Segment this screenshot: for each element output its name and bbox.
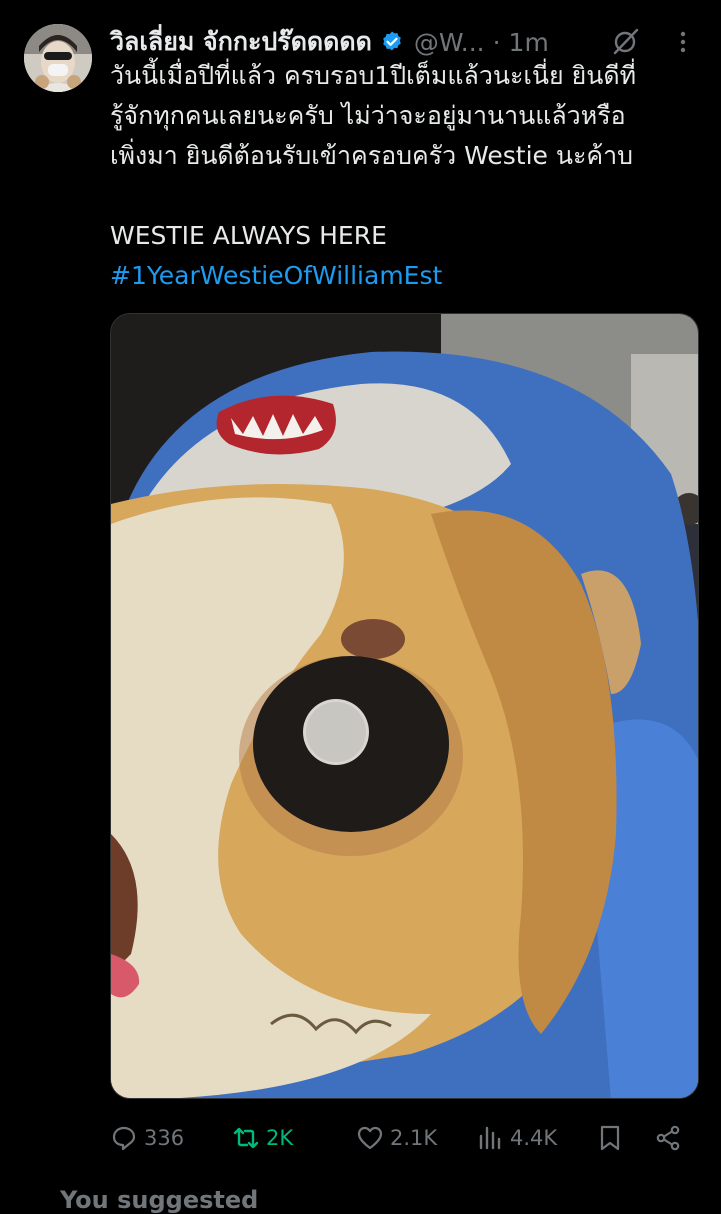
tweet[interactable]: วิลเลี่ยม จักกะปร๊ดดดดด @W... · 1m วันนี… (0, 0, 721, 1214)
retweet-icon (233, 1127, 259, 1149)
share-icon (656, 1125, 680, 1151)
reply-count: 336 (144, 1126, 185, 1150)
verified-badge-icon (383, 31, 401, 51)
views-count: 4.4K (510, 1126, 558, 1150)
more-options-icon[interactable] (669, 28, 697, 56)
reply-icon (112, 1126, 136, 1151)
mascot-photo (111, 314, 698, 1098)
tweet-actions: 336 2K 2.1K 4.4K (110, 1118, 700, 1158)
author-handle[interactable]: @W... (414, 28, 485, 57)
like-button[interactable]: 2.1K (356, 1118, 437, 1158)
paragraph-break (110, 176, 710, 216)
grok-icon[interactable] (611, 26, 641, 56)
avatar-image (24, 24, 92, 92)
next-item-partial: You suggested (60, 1186, 259, 1214)
views-button[interactable]: 4.4K (476, 1118, 557, 1158)
retweet-button[interactable]: 2K (232, 1118, 293, 1158)
tweet-tagline: WESTIE ALWAYS HERE (110, 221, 387, 250)
like-count: 2.1K (390, 1126, 438, 1150)
like-icon (357, 1126, 383, 1150)
reply-button[interactable]: 336 (110, 1118, 184, 1158)
bookmark-icon (600, 1125, 620, 1151)
tweet-text-line-3: เพิ่งมา ยินดีต้อนรับเข้าครอบครัว Westie … (110, 141, 634, 170)
hashtag-link[interactable]: #1YearWestieOfWilliamEst (110, 256, 710, 296)
tweet-text: วันนี้เมื่อปีที่แล้ว ครบรอบ1ปีเต็มแล้วนะ… (110, 56, 710, 296)
tweet-photo[interactable] (110, 313, 699, 1099)
tweet-text-line-1: วันนี้เมื่อปีที่แล้ว ครบรอบ1ปีเต็มแล้วนะ… (110, 61, 637, 90)
bookmark-button[interactable] (596, 1118, 630, 1158)
tweet-time[interactable]: 1m (509, 28, 549, 57)
views-icon (479, 1126, 501, 1150)
tweet-text-line-2: รู้จักทุกคนเลยนะครับ ไม่ว่าจะอยู่มานานแล… (110, 101, 626, 130)
share-button[interactable] (654, 1118, 688, 1158)
separator-dot: · (492, 27, 501, 57)
retweet-count: 2K (266, 1126, 294, 1150)
author-avatar[interactable] (24, 24, 92, 92)
